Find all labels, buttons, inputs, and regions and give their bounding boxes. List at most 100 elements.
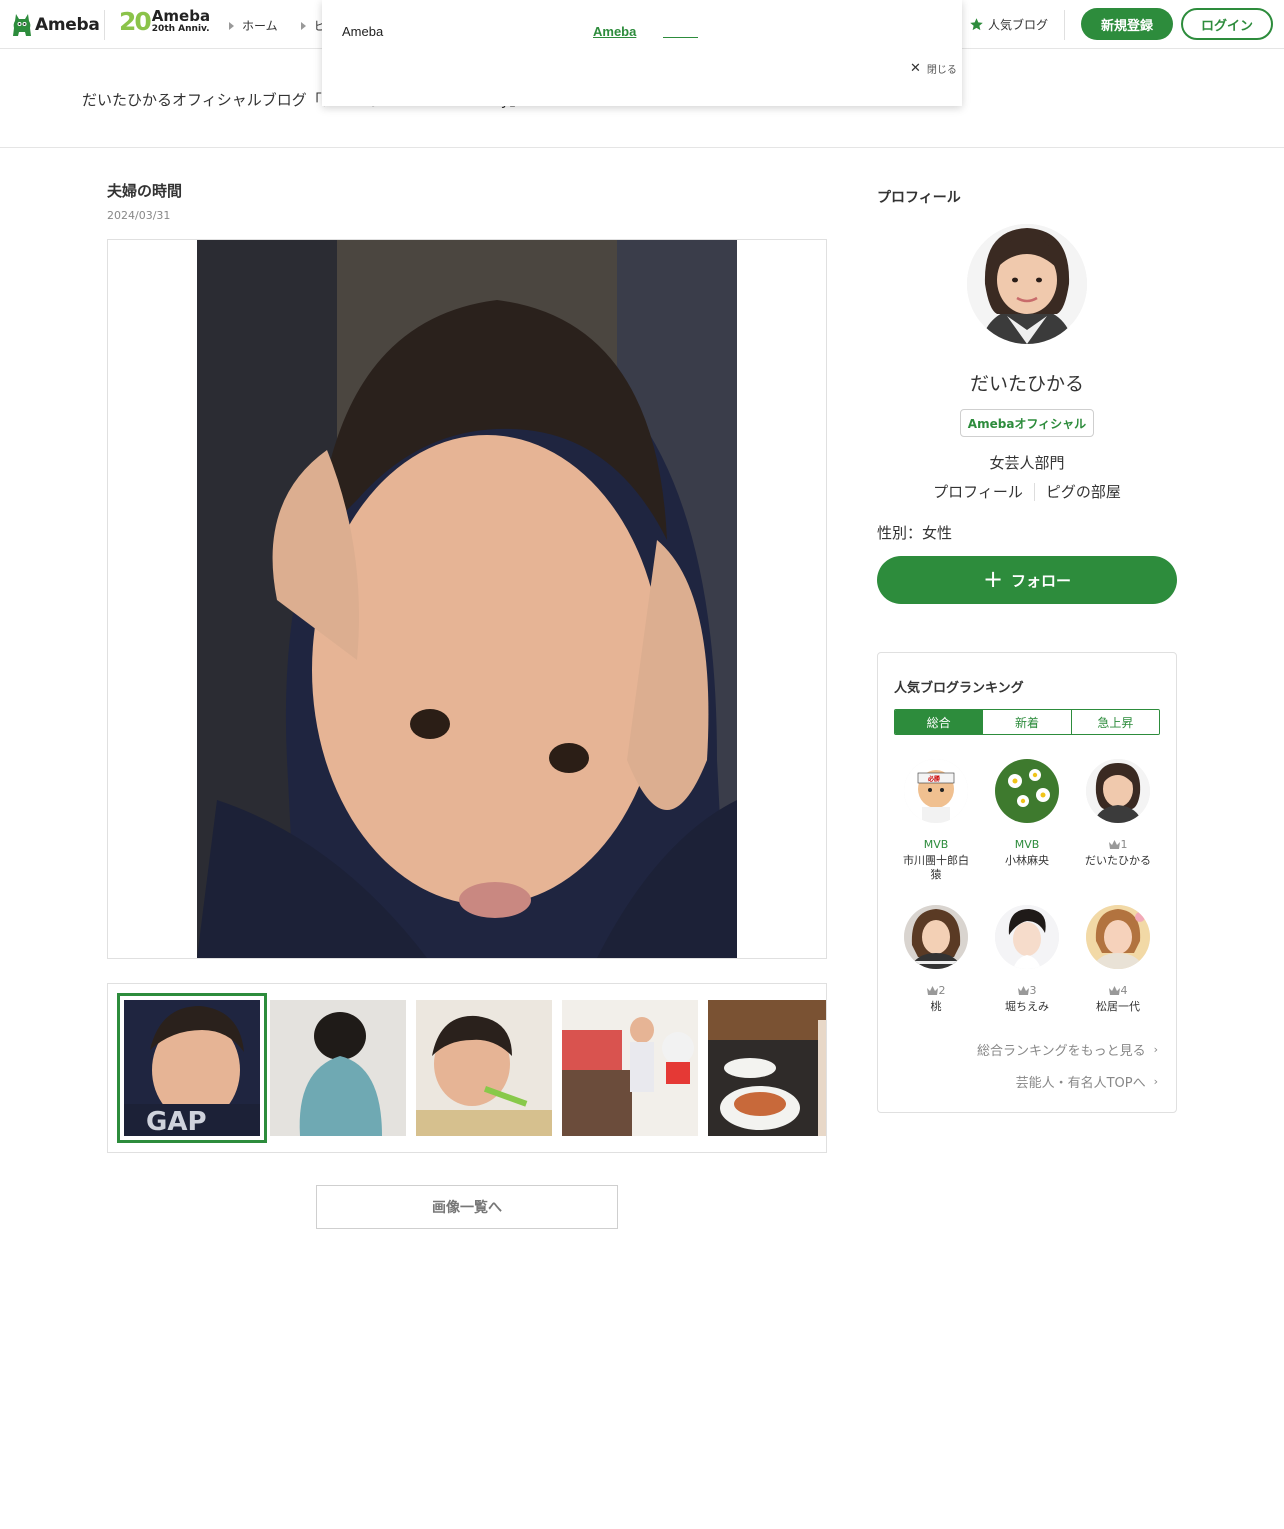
popup-close-label: 閉じる <box>926 65 957 76</box>
follow-button[interactable]: + フォロー <box>877 556 1177 604</box>
ranking-position-number: 2 <box>938 983 946 997</box>
thumbnail[interactable] <box>562 1000 698 1136</box>
ranking-item[interactable]: 1 だいたひかる <box>1073 759 1163 868</box>
avatar-image: 必勝 <box>904 759 968 823</box>
ranking-avatar <box>995 905 1059 969</box>
celebrity-top-link[interactable]: 芸能人・有名人TOPへ › <box>1016 1072 1158 1091</box>
caret-right-icon <box>301 21 306 30</box>
ranking-position: 2 <box>891 983 981 997</box>
ranking-item[interactable]: 3 堀ちえみ <box>982 905 1072 1014</box>
svg-text:必勝: 必勝 <box>927 775 941 783</box>
ranking-avatar <box>1086 759 1150 823</box>
star-icon <box>970 18 983 31</box>
ranking-avatar <box>995 759 1059 823</box>
caret-right-icon <box>229 21 234 30</box>
ranking-position: 4 <box>1073 983 1163 997</box>
profile-link[interactable]: プロフィール <box>933 481 1023 502</box>
profile-heading: プロフィール <box>877 190 961 206</box>
link-divider <box>1033 482 1035 501</box>
anniversary-subtitle: 20th Anniv. <box>151 24 210 34</box>
article-date: 2024/03/31 <box>107 209 171 222</box>
ranking-position-number: 3 <box>1029 983 1037 997</box>
ranking-name: 桃 <box>930 1000 942 1013</box>
ranking-position-number: 1 <box>1120 837 1128 851</box>
avatar-image <box>1086 759 1150 823</box>
more-ranking-label: 総合ランキングをもっと見る <box>976 1044 1146 1059</box>
ranking-item[interactable]: 2 桃 <box>891 905 981 1014</box>
thumbnail-image <box>708 1000 826 1136</box>
ranking-item[interactable]: 必勝 MVB 市川團十郎白猿 <box>891 759 981 883</box>
thumbnail-strip: GAP <box>107 983 827 1153</box>
profile-avatar[interactable] <box>967 224 1087 344</box>
crown-icon <box>1108 985 1120 995</box>
anniversary-logo[interactable]: 20 Ameba 20th Anniv. <box>119 7 211 35</box>
profile-category[interactable]: 女芸人部門 <box>877 452 1177 473</box>
breadcrumb-home[interactable]: ホーム <box>229 17 278 34</box>
breadcrumb-home-label: ホーム <box>242 19 278 33</box>
profile-name[interactable]: だいたひかる <box>877 369 1177 396</box>
tab-overall[interactable]: 総合 <box>895 710 984 734</box>
celebrity-top-label: 芸能人・有名人TOPへ <box>1015 1076 1146 1091</box>
crown-icon <box>926 985 938 995</box>
thumbnail-image: GAP <box>124 1000 260 1136</box>
official-badge: Amebaオフィシャル <box>960 409 1094 437</box>
ranking-name: だいたひかる <box>1085 854 1151 867</box>
thumbnail[interactable] <box>708 1000 826 1136</box>
thumbnail[interactable] <box>270 1000 406 1136</box>
child-portrait-image <box>197 240 737 958</box>
popup-link-underline[interactable] <box>663 37 698 38</box>
svg-text:GAP: GAP <box>146 1107 207 1136</box>
plus-icon: + <box>982 565 1004 593</box>
crown-icon <box>1017 985 1029 995</box>
anniversary-title: Ameba <box>151 7 211 25</box>
thumbnail-image <box>416 1000 552 1136</box>
crown-icon <box>1108 839 1120 849</box>
main-photo-frame <box>107 239 827 959</box>
ranking-position: 3 <box>982 983 1072 997</box>
more-ranking-link[interactable]: 総合ランキングをもっと見る › <box>977 1040 1158 1059</box>
thumbnail[interactable] <box>416 1000 552 1136</box>
tab-rising[interactable]: 急上昇 <box>1071 710 1159 734</box>
register-button[interactable]: 新規登録 <box>1081 8 1173 40</box>
ranking-position: 1 <box>1073 837 1163 851</box>
ranking-tabs: 総合 新着 急上昇 <box>894 709 1160 735</box>
profile-gender: 性別：女性 <box>877 524 953 542</box>
image-list-button[interactable]: 画像一覧へ <box>316 1185 618 1229</box>
notice-popup: Ameba Ameba ✕ 閉じる <box>322 0 962 106</box>
article-title[interactable]: 夫婦の時間 <box>107 180 182 201</box>
main-photo[interactable] <box>197 240 737 958</box>
chevron-right-icon: › <box>1153 1043 1158 1056</box>
avatar-image <box>995 905 1059 969</box>
ranking-avatar: 必勝 <box>904 759 968 823</box>
ranking-position: MVB <box>923 837 949 851</box>
logo-text: Ameba <box>35 14 100 35</box>
ranking-title: 人気ブログランキング <box>894 681 1024 696</box>
popup-link[interactable]: Ameba <box>593 24 636 39</box>
avatar-image <box>995 759 1059 823</box>
ranking-position: MVB <box>1014 837 1040 851</box>
thumbnail-image <box>270 1000 406 1136</box>
ranking-item[interactable]: MVB 小林麻央 <box>982 759 1072 868</box>
login-button[interactable]: ログイン <box>1181 8 1273 40</box>
ranking-name: 小林麻央 <box>1005 854 1049 867</box>
profile-links: プロフィール ピグの部屋 <box>877 481 1177 502</box>
tab-new[interactable]: 新着 <box>983 710 1072 734</box>
popup-close-button[interactable]: ✕ 閉じる <box>910 61 957 76</box>
ranking-avatar <box>904 905 968 969</box>
avatar-image <box>904 905 968 969</box>
ameba-logo[interactable]: Ameba <box>12 11 100 38</box>
ranking-name: 堀ちえみ <box>1005 1000 1049 1013</box>
pigg-room-link[interactable]: ピグの部屋 <box>1046 481 1121 502</box>
thumbnail-active[interactable]: GAP <box>117 993 267 1143</box>
ranking-avatar <box>1086 905 1150 969</box>
close-icon: ✕ <box>910 61 921 76</box>
popular-blog-link[interactable]: 人気ブログ <box>969 16 1048 33</box>
header-divider <box>1064 10 1065 40</box>
ranking-item[interactable]: 4 松居一代 <box>1073 905 1163 1014</box>
thumbnail-image <box>562 1000 698 1136</box>
follow-label: フォロー <box>1011 571 1072 590</box>
ranking-panel: 人気ブログランキング 総合 新着 急上昇 必勝 MVB 市川團十郎白猿 MVB … <box>877 652 1177 1113</box>
ranking-name: 松居一代 <box>1096 1000 1140 1013</box>
ranking-name: 市川團十郎白猿 <box>903 854 969 882</box>
header-divider <box>104 10 105 40</box>
